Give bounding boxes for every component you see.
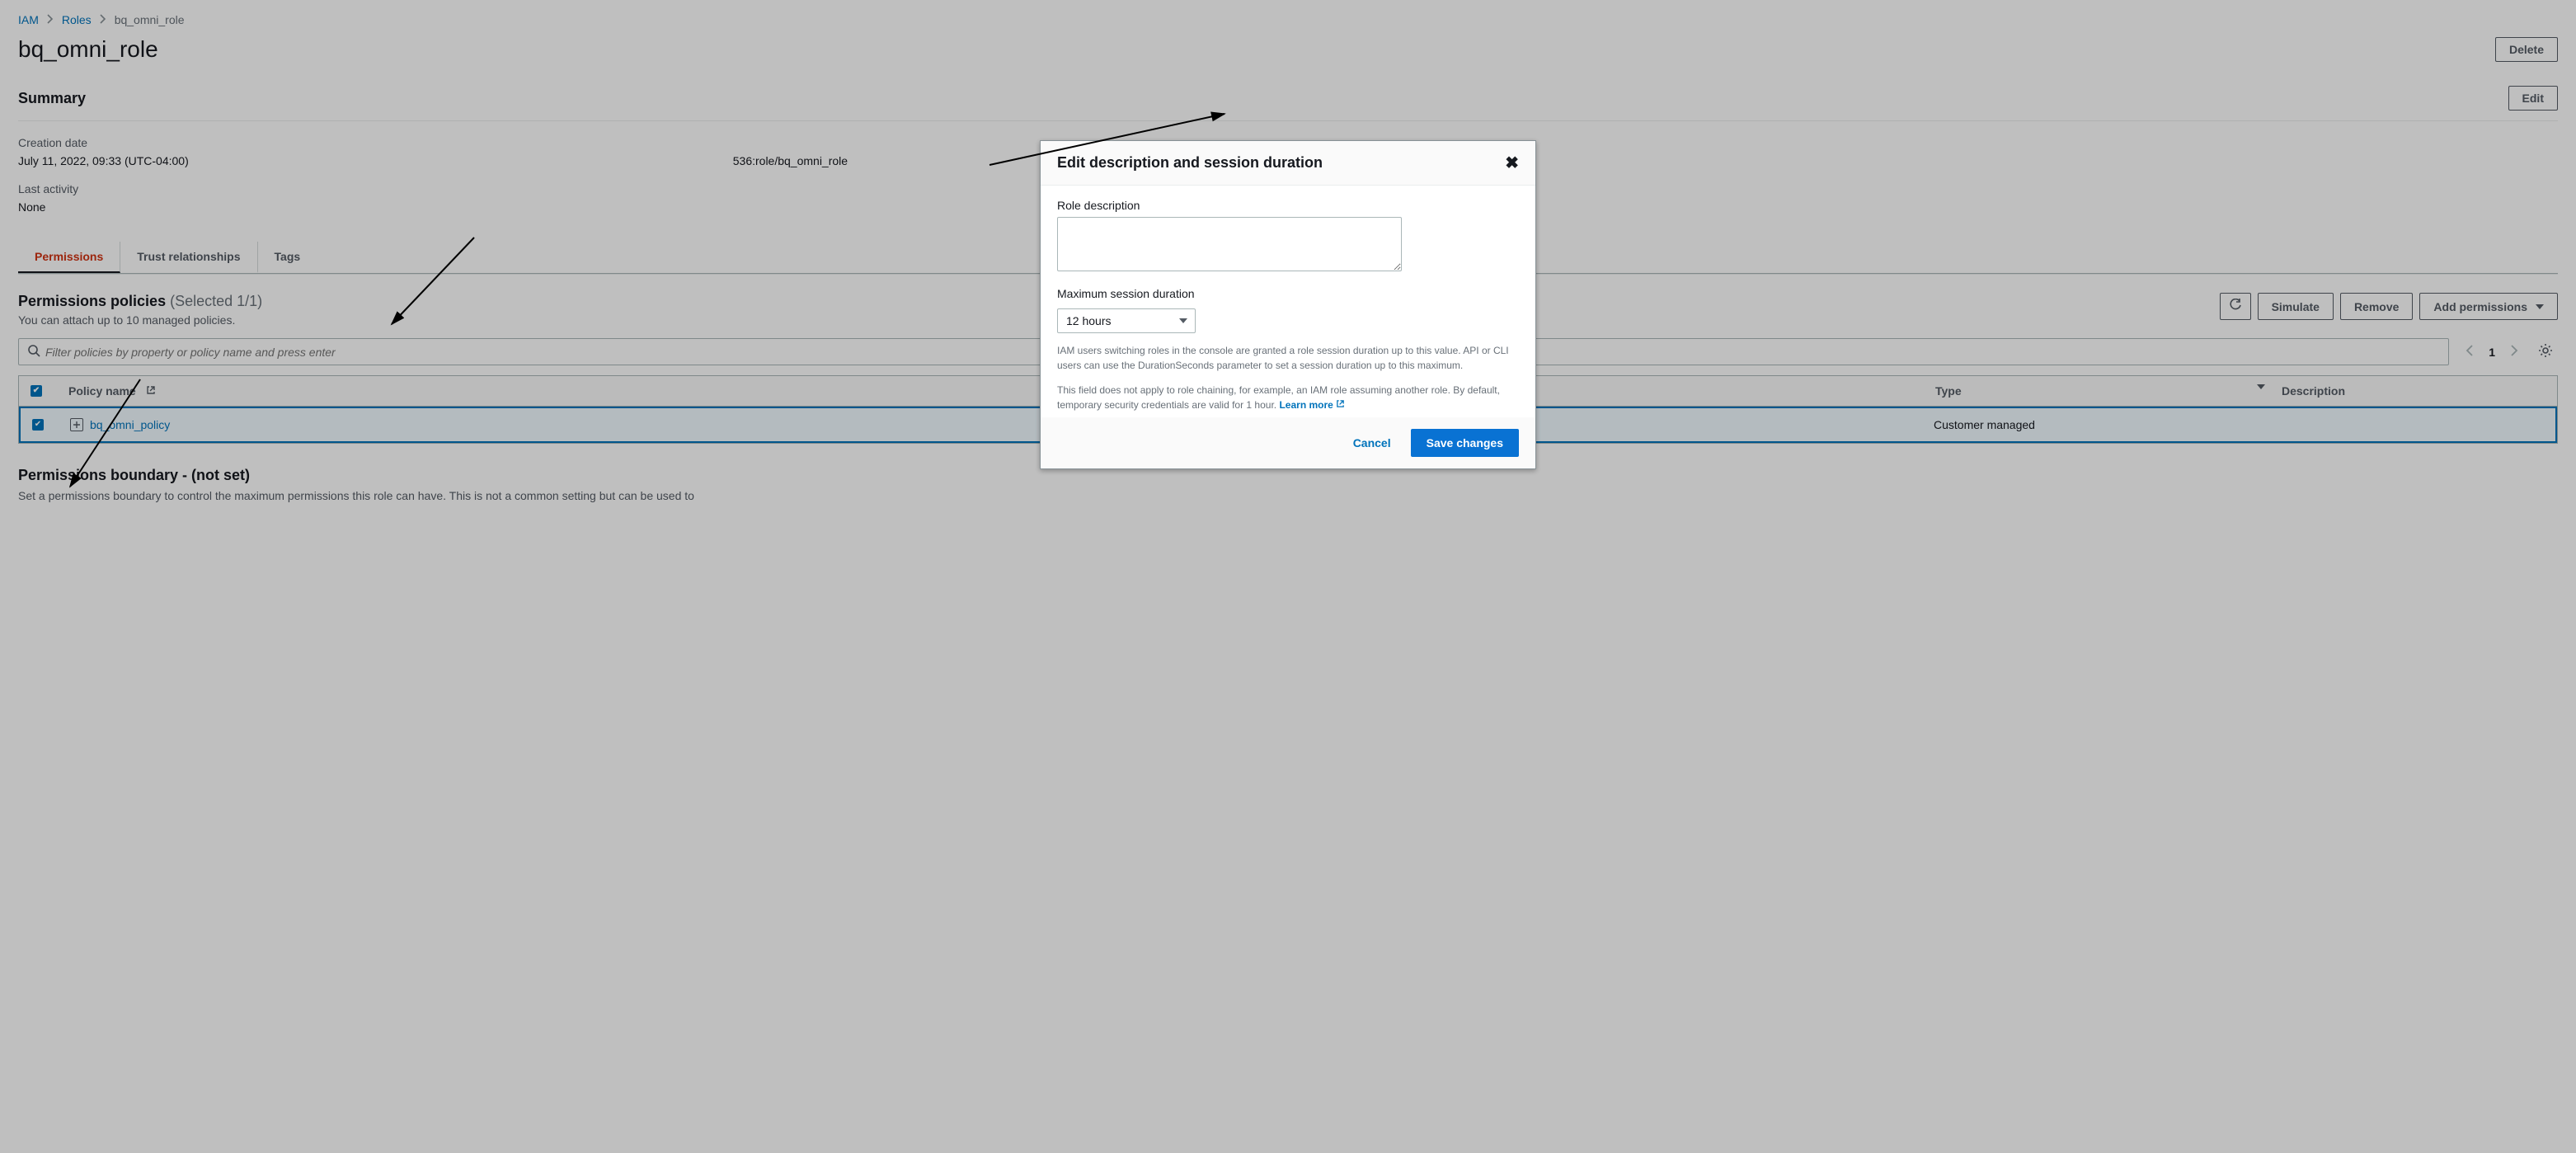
role-description-textarea[interactable] bbox=[1057, 217, 1402, 271]
cancel-button[interactable]: Cancel bbox=[1343, 429, 1401, 457]
external-link-icon bbox=[1336, 399, 1345, 411]
help-text-2: This field does not apply to role chaini… bbox=[1057, 383, 1519, 412]
save-changes-button[interactable]: Save changes bbox=[1411, 429, 1519, 457]
learn-more-link[interactable]: Learn more bbox=[1279, 399, 1345, 411]
modal-title: Edit description and session duration bbox=[1057, 154, 1323, 172]
close-icon: ✖ bbox=[1505, 154, 1519, 172]
role-description-label: Role description bbox=[1057, 199, 1519, 212]
modal-close-button[interactable]: ✖ bbox=[1505, 155, 1519, 172]
edit-description-modal: Edit description and session duration ✖ … bbox=[1040, 140, 1536, 469]
max-session-select[interactable]: 12 hours bbox=[1057, 308, 1196, 333]
help-text-1: IAM users switching roles in the console… bbox=[1057, 343, 1519, 373]
max-session-label: Maximum session duration bbox=[1057, 287, 1519, 300]
